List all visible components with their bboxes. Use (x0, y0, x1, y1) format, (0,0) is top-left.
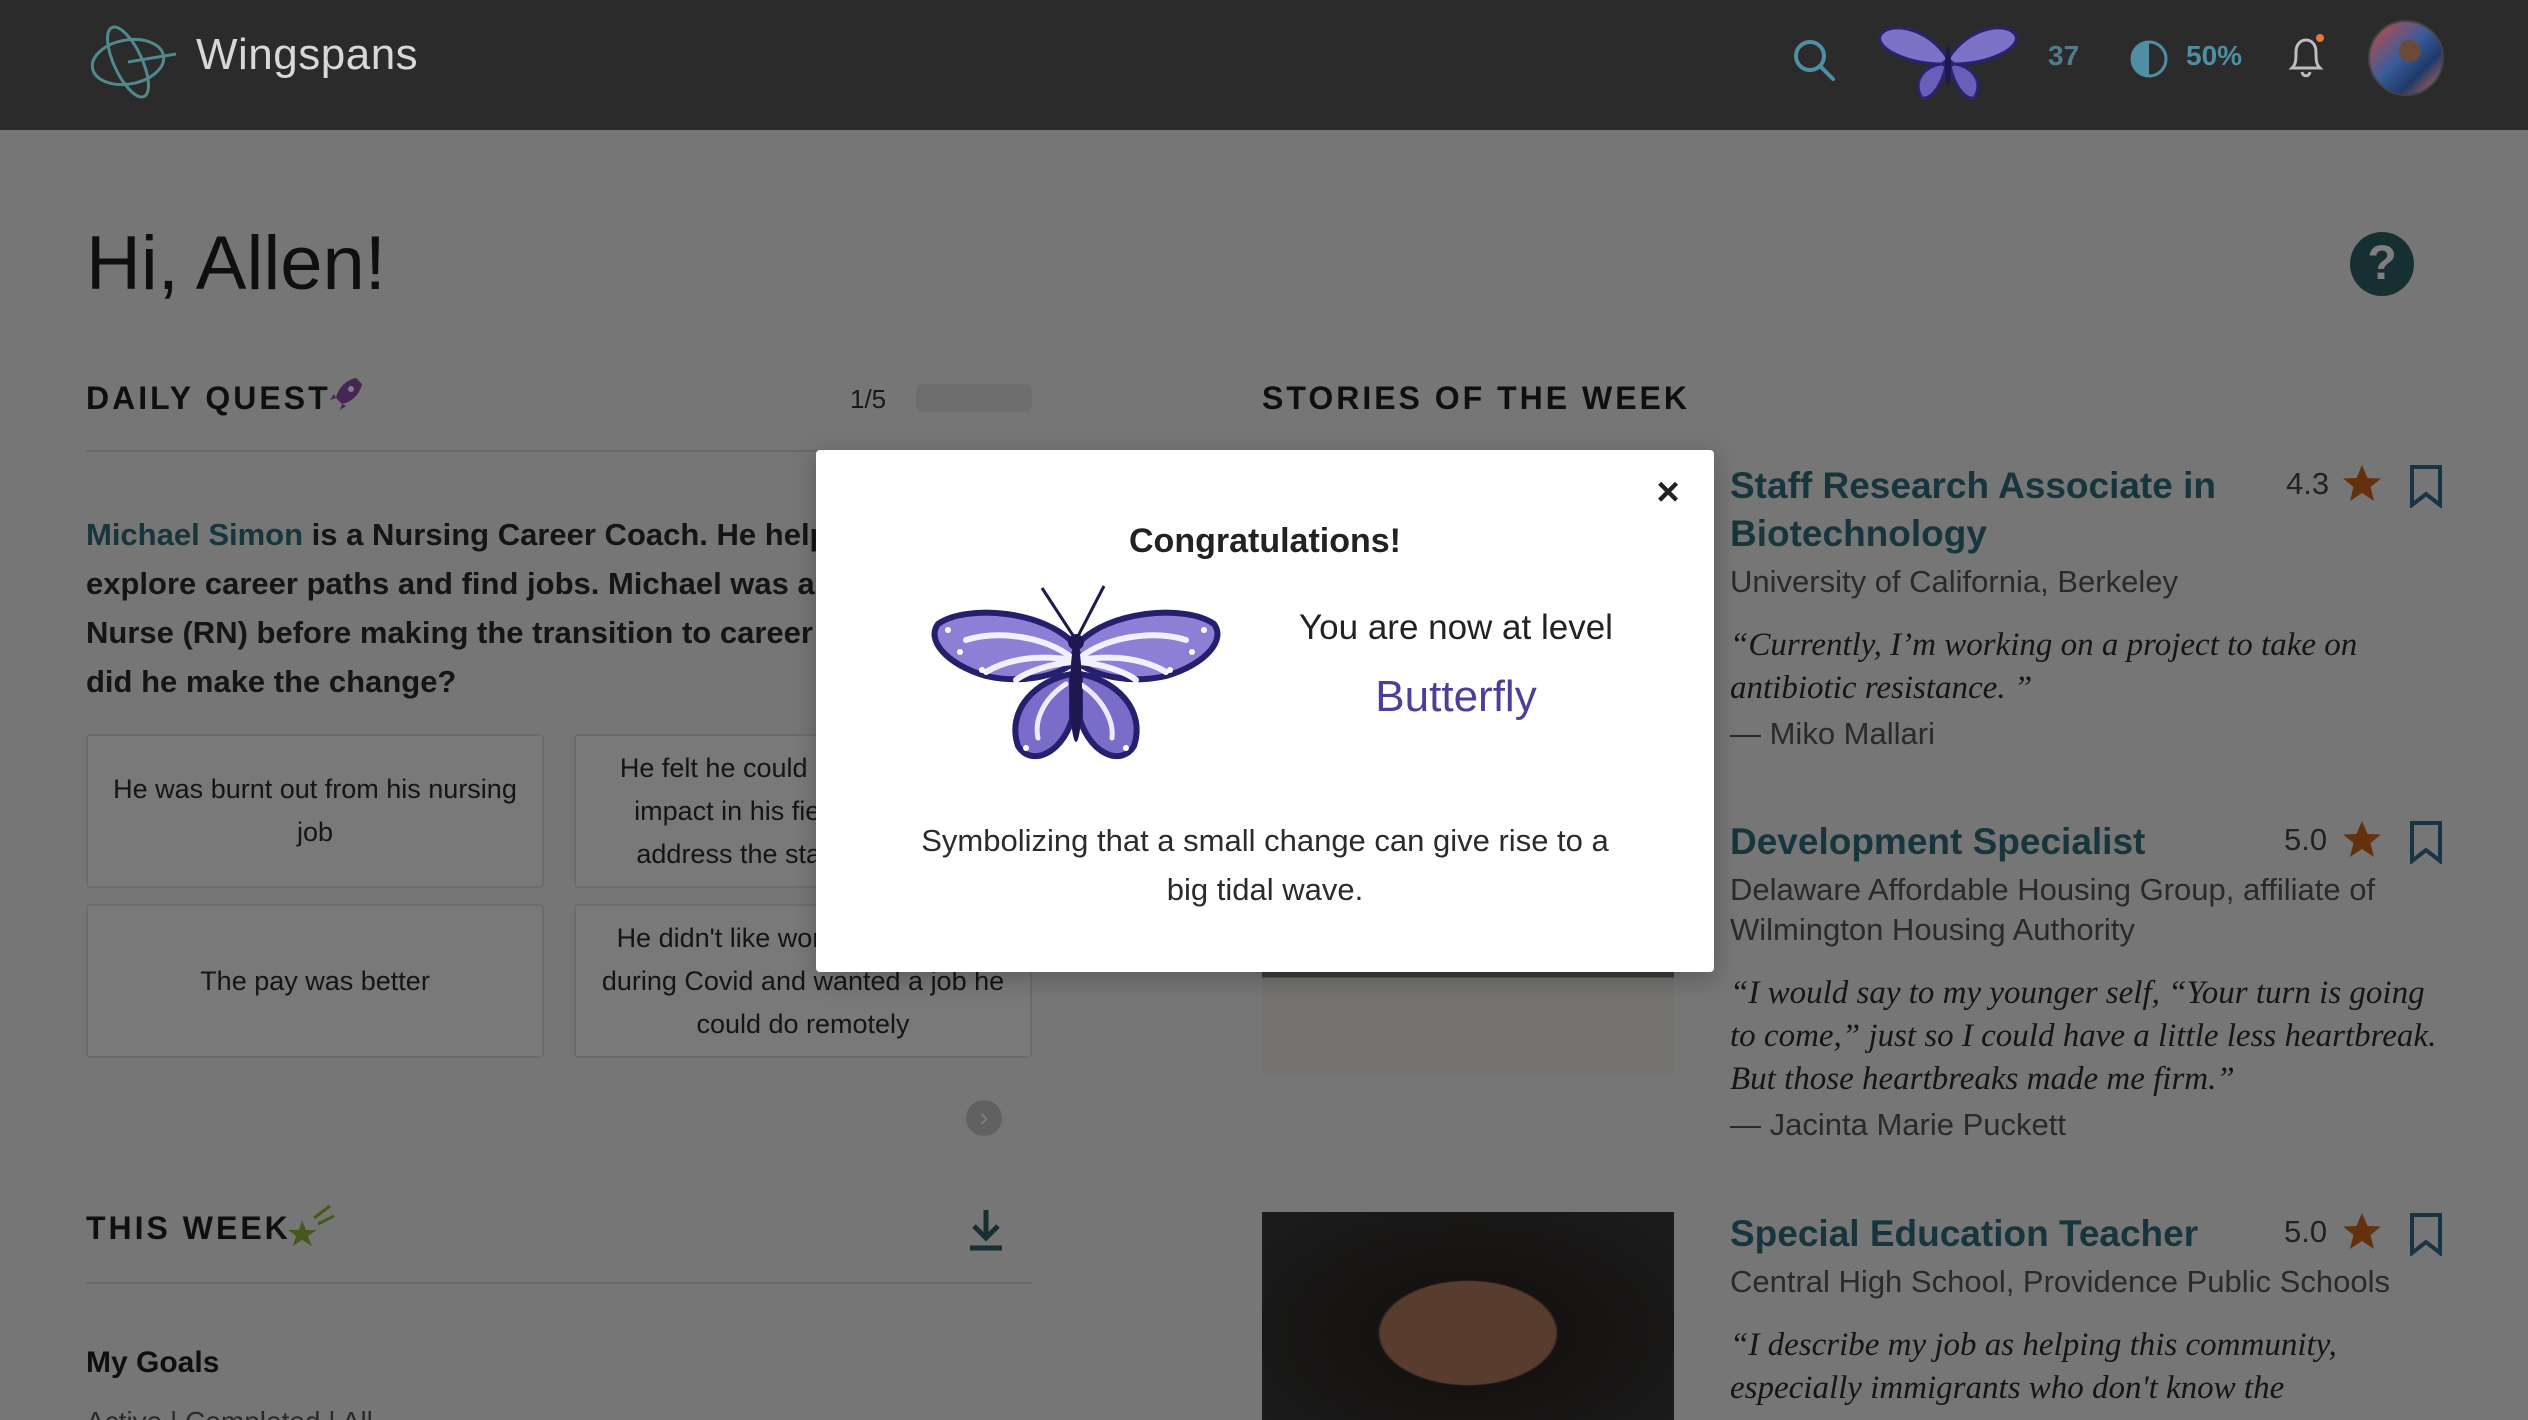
bell-icon[interactable] (2284, 32, 2328, 82)
logo-icon[interactable] (84, 12, 180, 108)
butterfly-illustration-icon (931, 585, 1221, 760)
search-icon[interactable] (1790, 36, 1838, 84)
user-avatar[interactable] (2368, 20, 2444, 96)
level-up-modal: × Congratulations! You are now at level … (816, 450, 1714, 972)
contrast-percent[interactable]: 50% (2186, 40, 2242, 72)
modal-title: Congratulations! (1129, 522, 1401, 560)
brand-name[interactable]: Wingspans (196, 30, 418, 80)
points-count: 37 (2048, 40, 2080, 71)
level-name: Butterfly (1375, 672, 1537, 721)
level-text: You are now at level (1299, 608, 1613, 647)
top-navigation: Wingspans 37 50% (0, 0, 2528, 130)
contrast-icon[interactable] (2128, 38, 2170, 80)
close-icon[interactable]: × (1648, 472, 1688, 512)
level-description: Symbolizing that a small change can give… (921, 823, 1609, 907)
butterfly-level-icon[interactable] (1876, 14, 2020, 104)
